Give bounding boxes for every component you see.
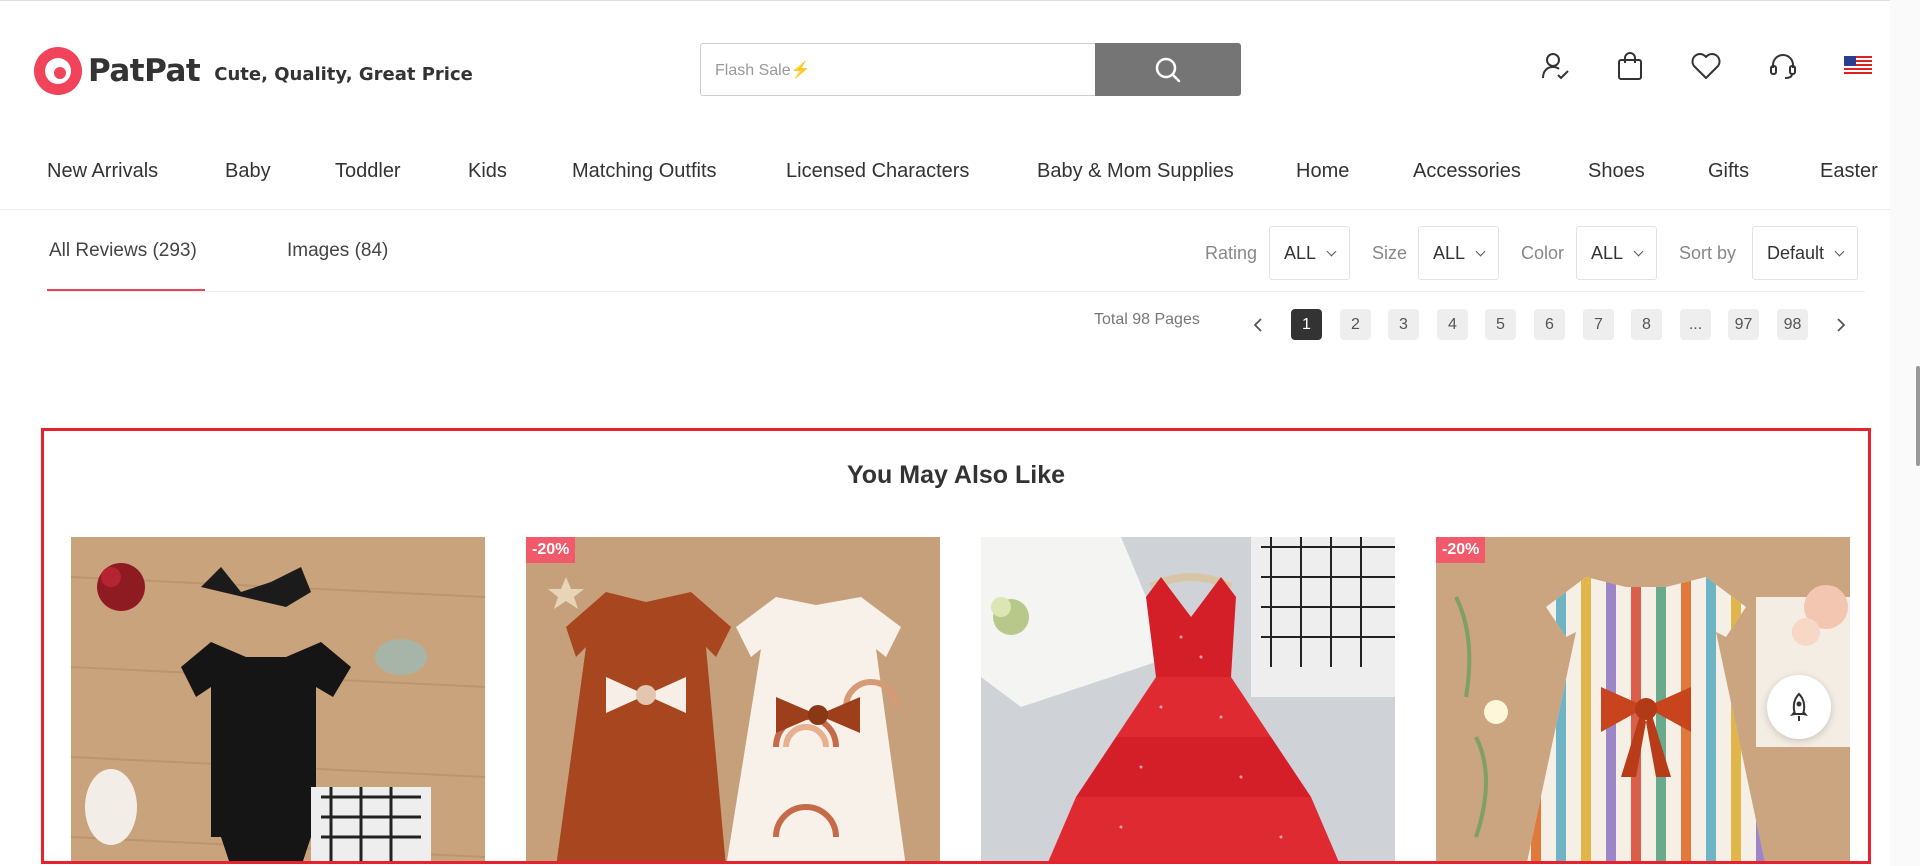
page-button[interactable]: 8 [1631,309,1662,340]
next-page-button[interactable] [1825,309,1856,340]
us-flag-icon[interactable] [1841,49,1875,83]
patpat-logo[interactable]: PatPat Cute, Quality, Great Price [34,47,473,95]
account-icon[interactable] [1538,49,1572,83]
search-bar: Flash Sale⚡ [700,43,1241,96]
discount-badge: -20% [526,537,576,563]
nav-matching-outfits[interactable]: Matching Outfits [572,160,717,183]
brand-name: PatPat [88,53,201,89]
active-tab-indicator [47,289,205,291]
page-ellipsis[interactable]: ... [1680,309,1711,340]
nav-home[interactable]: Home [1296,160,1349,183]
prev-page-button[interactable] [1242,309,1273,340]
rust-rainbow-dresses-image [526,537,940,861]
reviews-toolbar: All Reviews (293) Images (84) Rating ALL… [47,210,1865,292]
nav-baby-mom-supplies[interactable]: Baby & Mom Supplies [1037,160,1234,183]
chevron-down-icon [1633,246,1644,256]
color-filter-label: Color [1521,243,1565,263]
back-to-top-button[interactable] [1767,675,1831,739]
nav-toddler[interactable]: Toddler [335,160,401,183]
page-button[interactable]: 98 [1777,309,1808,340]
nav-kids[interactable]: Kids [468,160,507,183]
nav-new-arrivals[interactable]: New Arrivals [47,160,158,183]
sort-by-select[interactable]: Default [1752,226,1859,280]
scrollbar-thumb[interactable] [1916,366,1920,466]
bag-icon[interactable] [1613,49,1647,83]
nav-licensed-characters[interactable]: Licensed Characters [786,160,969,183]
page-scrollbar[interactable] [1890,0,1920,866]
nav-gifts[interactable]: Gifts [1708,160,1749,183]
page-button[interactable]: 4 [1437,309,1468,340]
page-button[interactable]: 5 [1485,309,1516,340]
tab-images[interactable]: Images (84) [287,240,388,262]
color-filter-value: ALL [1591,242,1624,263]
red-tiered-dress-image [981,537,1395,861]
page-button[interactable]: 2 [1340,309,1371,340]
rating-filter-value: ALL [1284,242,1317,263]
section-title: You May Also Like [846,461,1066,489]
page-button[interactable]: 97 [1728,309,1759,340]
size-filter-label: Size [1372,243,1408,263]
black-romper-set-image [71,537,485,861]
rating-filter-select[interactable]: ALL [1269,226,1351,280]
nav-accessories[interactable]: Accessories [1413,160,1521,183]
chevron-down-icon [1834,246,1845,256]
support-icon[interactable] [1766,49,1800,83]
product-card[interactable]: -20% [526,537,940,861]
product-card[interactable] [981,537,1395,861]
page-button[interactable]: 1 [1291,309,1322,340]
you-may-also-like-section: You May Also Like -20% -20% [41,428,1871,864]
page-button[interactable]: 3 [1388,309,1419,340]
logo-icon [34,47,82,95]
nav-shoes[interactable]: Shoes [1588,160,1645,183]
discount-badge: -20% [1436,537,1486,563]
site-header: PatPat Cute, Quality, Great Price Flash … [0,0,1890,130]
search-input[interactable]: Flash Sale⚡ [700,43,1095,96]
chevron-down-icon [1326,246,1337,256]
page-button[interactable]: 6 [1534,309,1565,340]
rocket-icon [1790,692,1808,721]
brand-tagline: Cute, Quality, Great Price [214,63,473,85]
size-filter-value: ALL [1433,242,1466,263]
chevron-right-icon [1836,317,1845,332]
nav-easter[interactable]: Easter [1820,160,1878,183]
heart-icon[interactable] [1689,49,1723,83]
search-button[interactable] [1095,43,1241,96]
page-button[interactable]: 7 [1583,309,1614,340]
nav-baby[interactable]: Baby [225,160,271,183]
product-card[interactable] [71,537,485,861]
rating-filter-label: Rating [1205,243,1258,263]
sort-by-label: Sort by [1679,243,1737,263]
chevron-down-icon [1475,246,1486,256]
tab-all-reviews[interactable]: All Reviews (293) [49,240,197,262]
chevron-left-icon [1253,317,1262,332]
search-icon [1155,57,1181,82]
pager-total: Total 98 Pages [1094,311,1200,328]
size-filter-select[interactable]: ALL [1418,226,1500,280]
color-filter-select[interactable]: ALL [1576,226,1658,280]
sort-by-value: Default [1767,242,1825,263]
main-nav: New Arrivals Baby Toddler Kids Matching … [0,130,1890,210]
